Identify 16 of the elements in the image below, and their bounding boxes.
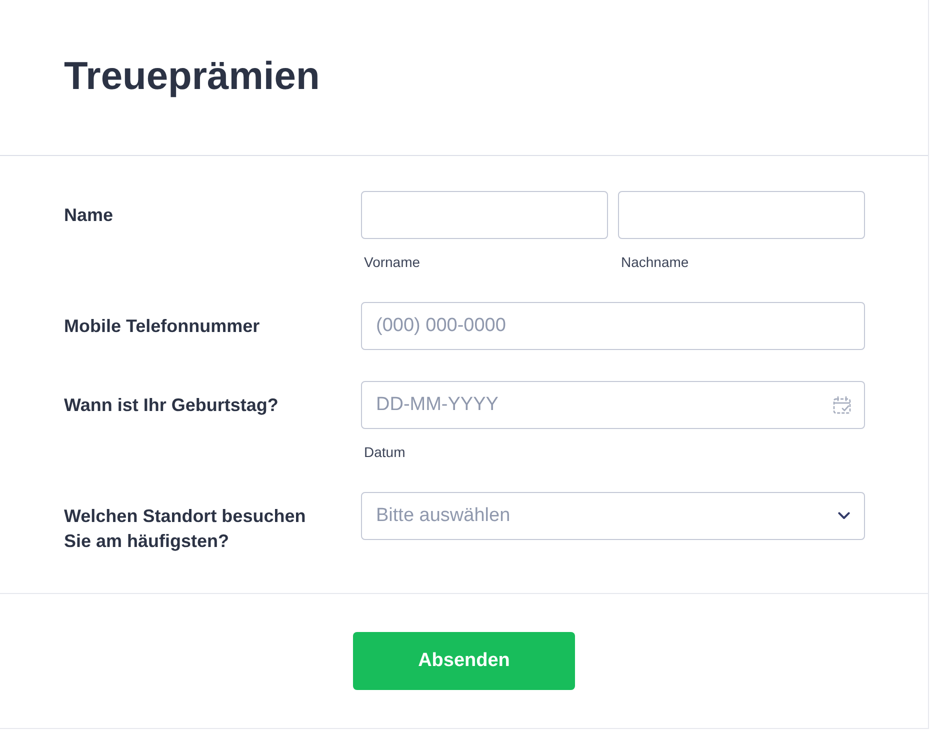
phone-input-field[interactable]: (000) 000-0000 <box>361 302 865 350</box>
field-sublabel: Nachname <box>621 253 689 271</box>
location-select[interactable]: Bitte auswählen <box>361 492 865 540</box>
field-label: Mobile Telefonnummer <box>64 315 260 338</box>
chevron-down-icon <box>838 512 850 520</box>
field-label: Welchen Standort besuchen Sie am häufigsten? <box>64 505 307 553</box>
date-input-field[interactable]: DD-MM-YYYY <box>361 381 865 429</box>
field-label: Name <box>64 204 114 227</box>
calendar-icon[interactable] <box>833 396 851 414</box>
submit-button[interactable]: Absenden <box>353 632 575 690</box>
name-input-field[interactable] <box>361 191 608 239</box>
field-sublabel: Vorname <box>364 253 420 271</box>
field-label: Wann ist Ihr Geburtstag? <box>64 394 278 417</box>
form-title: Treueprämien <box>64 54 320 100</box>
field-sublabel: Datum <box>364 443 406 461</box>
name-input-field[interactable] <box>618 191 865 239</box>
